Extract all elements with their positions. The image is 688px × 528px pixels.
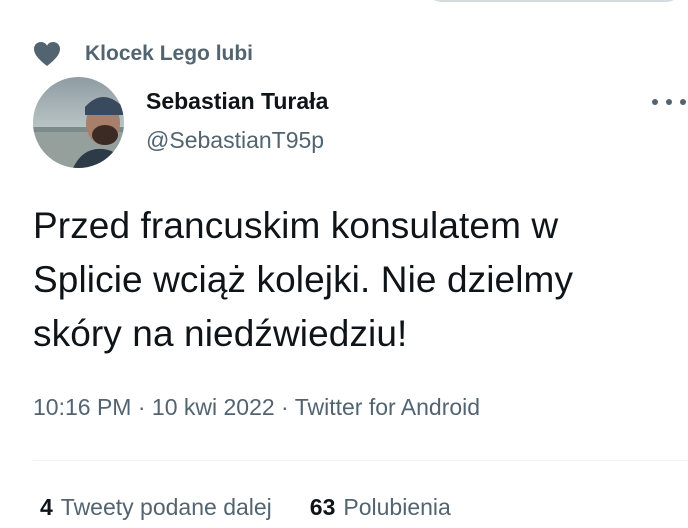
- tweet-text: Przed francuskim konsulatem w Splicie wc…: [33, 199, 683, 361]
- tweet-date[interactable]: 10 kwi 2022: [152, 394, 275, 420]
- tweet-time[interactable]: 10:16 PM: [33, 394, 131, 420]
- heart-icon: [34, 42, 60, 66]
- likes-label: Polubienia: [343, 494, 451, 520]
- retweets-count: 4: [40, 494, 53, 520]
- likes-count: 63: [309, 494, 336, 520]
- tweet-source[interactable]: Twitter for Android: [295, 394, 480, 420]
- tweet-text-line: Przed francuskim konsulatem w: [33, 205, 559, 246]
- meta-separator: ·: [137, 394, 146, 420]
- tweet-stats: 4 Tweety podane dalej 63 Polubienia: [40, 494, 451, 521]
- avatar[interactable]: [33, 77, 124, 168]
- tweet-text-line: Splicie wciąż kolejki. Nie dzielmy: [33, 259, 574, 300]
- meta-separator: ·: [281, 394, 289, 420]
- social-context[interactable]: Klocek Lego lubi: [33, 40, 253, 68]
- retweets-stat[interactable]: 4 Tweety podane dalej: [40, 494, 272, 521]
- avatar-photo: [33, 77, 124, 168]
- more-options-icon[interactable]: [652, 90, 686, 114]
- author-name[interactable]: Sebastian Turała: [146, 88, 328, 115]
- tweet-metadata: 10:16 PM · 10 kwi 2022 · Twitter for And…: [33, 394, 480, 421]
- retweets-label: Tweety podane dalej: [60, 494, 272, 520]
- divider: [33, 460, 688, 461]
- author-handle[interactable]: @SebastianT95p: [146, 127, 324, 154]
- social-context-text: Klocek Lego lubi: [85, 42, 254, 65]
- likes-stat[interactable]: 63 Polubienia: [310, 494, 451, 521]
- follow-button-edge[interactable]: [426, 0, 682, 2]
- tweet-detail: Klocek Lego lubi Sebastian Turała @Sebas…: [0, 0, 688, 528]
- tweet-text-line: skóry na niedźwiedziu!: [33, 313, 408, 354]
